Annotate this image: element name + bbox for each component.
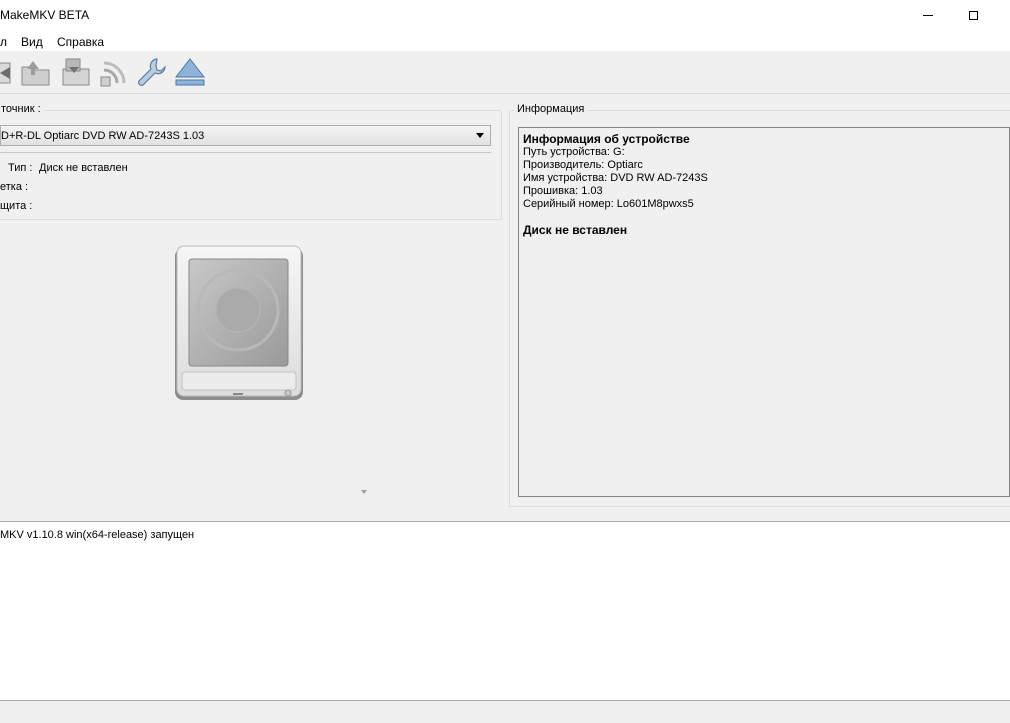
backup-button[interactable] xyxy=(58,55,92,89)
wrench-icon xyxy=(138,58,166,86)
source-group-label: точник : xyxy=(0,103,44,115)
divider xyxy=(0,152,491,153)
drive-select[interactable]: D+R-DL Optiarc DVD RW AD-7243S 1.03 xyxy=(0,125,491,146)
expand-arrow-icon[interactable] xyxy=(361,490,367,494)
device-info-heading: Информация об устройстве xyxy=(523,132,690,146)
settings-button[interactable] xyxy=(135,55,169,89)
menu-bar: л Вид Справка xyxy=(0,31,1010,51)
protection-label: щита : xyxy=(0,200,33,212)
device-info-panel: Информация об устройстве Путь устройства… xyxy=(518,127,1010,497)
drive-select-value: D+R-DL Optiarc DVD RW AD-7243S 1.03 xyxy=(1,130,205,142)
disc-drive-image xyxy=(172,244,306,406)
backup-icon xyxy=(62,58,90,86)
minimize-button[interactable] xyxy=(905,0,951,31)
stream-button[interactable] xyxy=(98,55,132,89)
toolbar xyxy=(0,51,1010,94)
open-file-icon xyxy=(0,62,11,84)
device-manufacturer: Производитель: Optiarc xyxy=(523,159,643,171)
menu-view[interactable]: Вид xyxy=(21,35,43,49)
stream-icon xyxy=(100,61,126,87)
eject-button[interactable] xyxy=(173,55,207,89)
maximize-icon xyxy=(968,11,978,20)
label-label: етка : xyxy=(0,181,29,193)
device-name: Имя устройства: DVD RW AD-7243S xyxy=(523,172,708,184)
menu-file[interactable]: л xyxy=(0,35,7,49)
type-value: Диск не вставлен xyxy=(39,162,128,174)
log-line: MKV v1.10.8 win(x64-release) запущен xyxy=(0,529,195,541)
device-serial: Серийный номер: Lo601M8pwxs5 xyxy=(523,198,694,210)
window-title: MakeMKV BETA xyxy=(0,8,90,22)
log-panel[interactable]: MKV v1.10.8 win(x64-release) запущен xyxy=(0,521,1010,701)
chevron-down-icon xyxy=(476,133,484,138)
eject-icon xyxy=(174,58,206,86)
status-bar xyxy=(0,702,1010,723)
menu-help[interactable]: Справка xyxy=(57,35,104,49)
open-disc-button[interactable] xyxy=(19,55,53,89)
info-group-label: Информация xyxy=(514,103,588,115)
device-firmware: Прошивка: 1.03 xyxy=(523,185,603,197)
open-files-button[interactable] xyxy=(0,55,18,89)
minimize-icon xyxy=(923,15,933,16)
type-label: Тип : xyxy=(8,162,33,174)
device-path: Путь устройства: G: xyxy=(523,146,625,158)
maximize-button[interactable] xyxy=(950,0,996,31)
open-disc-icon xyxy=(21,61,50,86)
title-bar: MakeMKV BETA xyxy=(0,0,1010,31)
disc-status: Диск не вставлен xyxy=(523,223,628,237)
